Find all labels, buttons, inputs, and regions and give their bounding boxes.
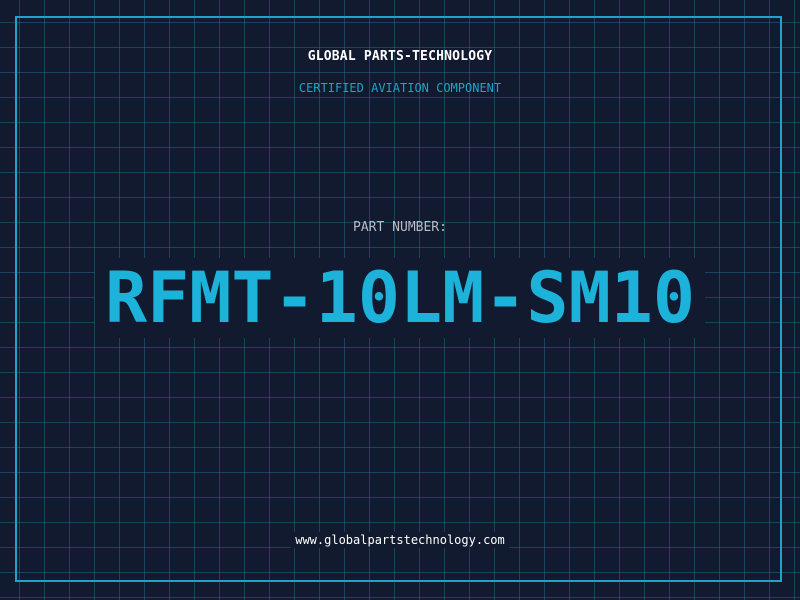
- part-number-value: RFMT-10LM-SM10: [94, 258, 705, 338]
- part-number-container: RFMT-10LM-SM10: [0, 258, 800, 338]
- certification-subtitle: CERTIFIED AVIATION COMPONENT: [298, 81, 502, 95]
- part-number-label: PART NUMBER:: [353, 220, 447, 235]
- page-canvas: GLOBAL PARTS-TECHNOLOGY CERTIFIED AVIATI…: [0, 0, 800, 600]
- company-name: GLOBAL PARTS-TECHNOLOGY: [307, 49, 493, 64]
- website-container: www.globalpartstechnology.com: [0, 531, 800, 549]
- website-url: www.globalpartstechnology.com: [291, 532, 509, 548]
